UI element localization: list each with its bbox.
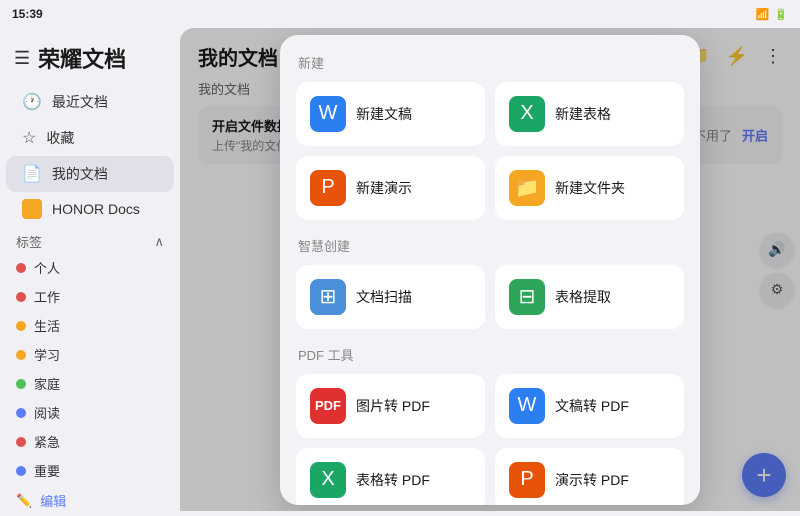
doc-pdf-icon: W [509, 388, 545, 424]
tag-dot-personal [16, 263, 26, 273]
star-icon: ☆ [22, 128, 36, 148]
sidebar: ☰ 荣耀文档 🕐 最近文档 ☆ 收藏 📄 我的文档 HONOR Docs 标签 … [0, 28, 180, 511]
tag-item-urgent[interactable]: 紧急 [0, 427, 180, 456]
wifi-icon: 📶 [756, 8, 770, 21]
sidebar-item-recent[interactable]: 🕐 最近文档 [6, 84, 174, 120]
scan-icon: ⊞ [310, 279, 346, 315]
modal-item-label-doc-to-pdf: 文稿转 PDF [555, 396, 629, 416]
ppt-icon: P [310, 170, 346, 206]
modal-item-xls-to-pdf[interactable]: X 表格转 PDF [296, 448, 485, 505]
new-folder-icon: 📁 [509, 170, 545, 206]
tag-label-study: 学习 [34, 345, 60, 364]
tag-dot-urgent [16, 437, 26, 447]
app-layout: ☰ 荣耀文档 🕐 最近文档 ☆ 收藏 📄 我的文档 HONOR Docs 标签 … [0, 28, 800, 511]
tag-item-study[interactable]: 学习 [0, 340, 180, 369]
modal-overlay[interactable]: 新建 W 新建文稿 X 新建表格 P 新建演示 📁 [180, 28, 800, 511]
nav-label-recent: 最近文档 [52, 92, 108, 112]
modal-item-ppt-to-pdf[interactable]: P 演示转 PDF [495, 448, 684, 505]
modal-grid-new: W 新建文稿 X 新建表格 P 新建演示 📁 新建文件夹 [296, 82, 684, 220]
nav-label-my-docs: 我的文档 [52, 164, 108, 184]
tags-chevron: ∧ [154, 234, 164, 250]
folder-dot-honor [22, 199, 42, 219]
modal-item-label-new-excel: 新建表格 [555, 104, 611, 124]
tag-label-personal: 个人 [34, 258, 60, 277]
tag-item-family[interactable]: 家庭 [0, 369, 180, 398]
status-icons: 📶 🔋 [756, 8, 788, 21]
modal-item-label-new-folder: 新建文件夹 [555, 178, 625, 198]
modal-item-doc-to-pdf[interactable]: W 文稿转 PDF [495, 374, 684, 438]
tag-label-work: 工作 [34, 287, 60, 306]
clock-icon: 🕐 [22, 92, 42, 112]
modal-item-table-extract[interactable]: ⊟ 表格提取 [495, 265, 684, 329]
tag-dot-study [16, 350, 26, 360]
modal-item-img-to-pdf[interactable]: PDF 图片转 PDF [296, 374, 485, 438]
main-content: 我的文档 🔍 📁 ⚡ ⋮ 我的文档 开启文件数据同步 上传"我的文件"到云端，便… [180, 28, 800, 511]
edit-button[interactable]: ✏️ 编辑 [0, 485, 180, 516]
table-extract-icon: ⊟ [509, 279, 545, 315]
tag-dot-important [16, 466, 26, 476]
modal-section-title-smart: 智慧创建 [296, 236, 684, 255]
new-modal: 新建 W 新建文稿 X 新建表格 P 新建演示 📁 [280, 35, 700, 505]
ppt-pdf-icon: P [509, 462, 545, 498]
excel-icon: X [509, 96, 545, 132]
modal-item-label-new-doc: 新建文稿 [356, 104, 412, 124]
tag-label-important: 重要 [34, 461, 60, 480]
tag-item-important[interactable]: 重要 [0, 456, 180, 485]
modal-item-label-ppt-to-pdf: 演示转 PDF [555, 470, 629, 490]
folder-item-honor-docs[interactable]: HONOR Docs [6, 192, 174, 226]
status-time: 15:39 [12, 7, 43, 21]
battery-icon: 🔋 [774, 8, 788, 21]
tag-label-urgent: 紧急 [34, 432, 60, 451]
modal-item-label-table-extract: 表格提取 [555, 287, 611, 307]
modal-section-title-pdf: PDF 工具 [296, 345, 684, 364]
modal-grid-smart: ⊞ 文档扫描 ⊟ 表格提取 [296, 265, 684, 329]
modal-item-label-img-to-pdf: 图片转 PDF [356, 396, 430, 416]
modal-item-label-xls-to-pdf: 表格转 PDF [356, 470, 430, 490]
modal-item-new-ppt[interactable]: P 新建演示 [296, 156, 485, 220]
modal-item-new-excel[interactable]: X 新建表格 [495, 82, 684, 146]
status-bar: 15:39 📶 🔋 [0, 0, 800, 28]
tag-dot-work [16, 292, 26, 302]
tag-item-life[interactable]: 生活 [0, 311, 180, 340]
img-pdf-icon: PDF [310, 388, 346, 424]
sidebar-item-favorites[interactable]: ☆ 收藏 [6, 120, 174, 156]
edit-icon: ✏️ [16, 493, 32, 509]
tag-item-reading[interactable]: 阅读 [0, 398, 180, 427]
edit-label: 编辑 [40, 491, 66, 510]
modal-item-new-doc[interactable]: W 新建文稿 [296, 82, 485, 146]
modal-item-label-new-ppt: 新建演示 [356, 178, 412, 198]
tags-section-header: 标签 ∧ [0, 226, 180, 253]
tag-label-reading: 阅读 [34, 403, 60, 422]
doc-icon: 📄 [22, 164, 42, 184]
menu-icon[interactable]: ☰ [14, 48, 30, 69]
app-title: 荣耀文档 [38, 42, 126, 74]
modal-grid-pdf: PDF 图片转 PDF W 文稿转 PDF X 表格转 PDF P 演示转 PD… [296, 374, 684, 505]
word-icon: W [310, 96, 346, 132]
nav-label-favorites: 收藏 [46, 128, 74, 148]
tags-label: 标签 [16, 232, 42, 251]
tag-label-family: 家庭 [34, 374, 60, 393]
xls-pdf-icon: X [310, 462, 346, 498]
modal-item-new-folder[interactable]: 📁 新建文件夹 [495, 156, 684, 220]
sidebar-item-my-docs[interactable]: 📄 我的文档 [6, 156, 174, 192]
sidebar-header: ☰ 荣耀文档 [0, 36, 180, 84]
tag-dot-reading [16, 408, 26, 418]
modal-item-scan[interactable]: ⊞ 文档扫描 [296, 265, 485, 329]
modal-item-label-scan: 文档扫描 [356, 287, 412, 307]
folder-label-honor-docs: HONOR Docs [52, 201, 140, 217]
tag-dot-life [16, 321, 26, 331]
tag-dot-family [16, 379, 26, 389]
tag-item-personal[interactable]: 个人 [0, 253, 180, 282]
tag-item-work[interactable]: 工作 [0, 282, 180, 311]
modal-section-title-new: 新建 [296, 53, 684, 72]
tag-label-life: 生活 [34, 316, 60, 335]
